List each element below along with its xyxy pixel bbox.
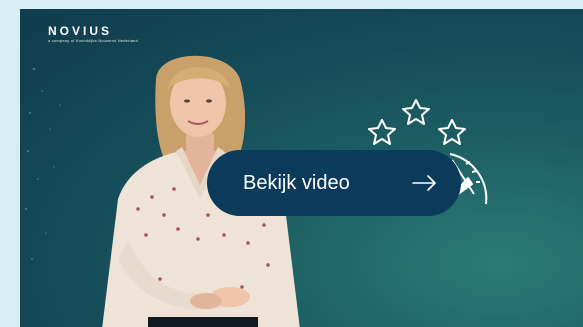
watch-video-label: Bekijk video <box>243 172 350 194</box>
logo-wordmark: NOVIUS <box>48 24 113 38</box>
watch-video-button[interactable]: Bekijk video <box>207 150 461 216</box>
video-player[interactable]: NOVIUS a company of Koninklijke Bouwend … <box>20 9 583 327</box>
arrow-right-icon <box>412 175 436 191</box>
